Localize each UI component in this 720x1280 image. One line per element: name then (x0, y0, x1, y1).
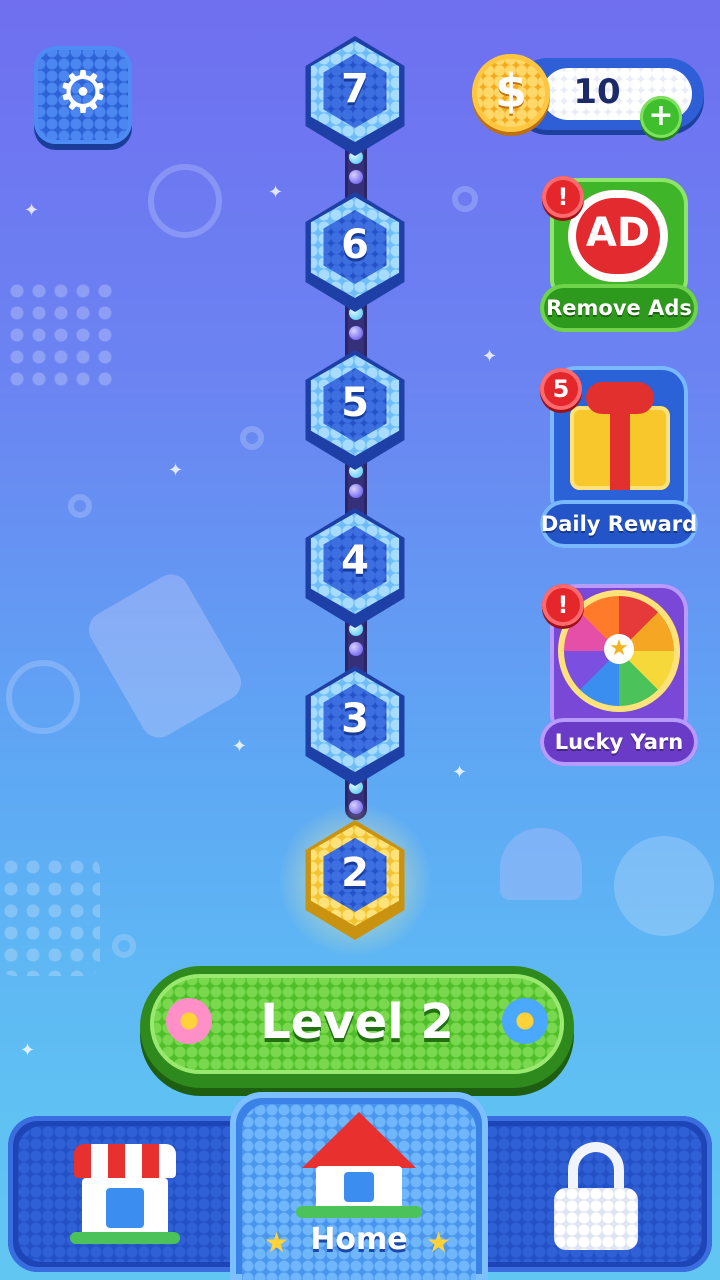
add-coins-button[interactable]: + (640, 96, 682, 138)
bead-ring-decoration (6, 660, 80, 734)
coin-icon: $ (472, 54, 550, 132)
sparkle-icon: ✦ (168, 460, 184, 481)
settings-button[interactable]: ⚙ (34, 46, 132, 144)
gear-icon: ⚙ (57, 58, 109, 126)
sparkle-icon: ✦ (482, 346, 498, 367)
path-bead (349, 326, 363, 340)
path-bead (349, 642, 363, 656)
star-icon: ★ (264, 1226, 290, 1259)
bead-ring-decoration (112, 934, 136, 958)
lucky-yarn-button[interactable]: ★ Lucky Yarn ! (540, 584, 698, 774)
blue-flower-icon (502, 998, 548, 1044)
remove-ads-label: Remove Ads (540, 284, 698, 332)
locked-tab[interactable] (540, 1136, 650, 1256)
gift-bow (586, 382, 654, 414)
level-node-3[interactable]: 3 (300, 666, 410, 786)
level-number: 3 (341, 696, 369, 742)
reward-count-badge: 5 (540, 368, 582, 410)
daily-reward-button[interactable]: Daily Reward 5 (540, 366, 698, 556)
level-node-6[interactable]: 6 (300, 192, 410, 312)
sparkle-icon: ✦ (268, 182, 284, 203)
path-bead (349, 484, 363, 498)
level-node-5[interactable]: 5 (300, 350, 410, 470)
teddy-bear-decoration (614, 836, 714, 936)
daily-reward-label: Daily Reward (540, 500, 698, 548)
sparkle-icon: ✦ (452, 762, 468, 783)
level-node-7[interactable]: 7 (300, 36, 410, 156)
bead-board-decoration (0, 856, 100, 976)
home-icon (296, 1112, 422, 1218)
bead-ring-decoration (240, 426, 264, 450)
sparkle-icon: ✦ (20, 1040, 36, 1061)
sparkle-icon: ✦ (232, 736, 248, 757)
ad-icon-text: AD (585, 210, 651, 256)
level-node-2-current[interactable]: 2 (280, 800, 430, 960)
remove-ads-button[interactable]: AD Remove Ads ! (540, 176, 698, 338)
sparkle-icon: ✦ (24, 200, 40, 221)
level-number: 7 (341, 66, 369, 112)
level-node-4[interactable]: 4 (300, 508, 410, 628)
path-bead (349, 170, 363, 184)
level-number: 6 (341, 222, 369, 268)
alert-badge: ! (542, 584, 584, 626)
bead-ring-decoration (68, 494, 92, 518)
pink-flower-icon (166, 998, 212, 1044)
level-number: 5 (341, 380, 369, 426)
bead-board-decoration (6, 280, 116, 390)
alert-badge: ! (542, 176, 584, 218)
lucky-yarn-label: Lucky Yarn (540, 718, 698, 766)
bead-ring-decoration (452, 186, 478, 212)
shop-tab[interactable] (60, 1136, 190, 1256)
broom-decoration (82, 567, 248, 745)
lock-icon (554, 1142, 638, 1250)
heart-decoration (500, 828, 582, 900)
coin-amount: 10 (573, 72, 621, 112)
play-level-button[interactable]: Level 2 (140, 966, 574, 1088)
gift-ribbon (610, 406, 630, 490)
star-icon: ★ (604, 634, 634, 664)
level-number: 4 (341, 538, 369, 584)
shop-icon (70, 1144, 180, 1244)
yarn-ball-decoration (148, 164, 222, 238)
level-number: 2 (341, 850, 369, 896)
star-icon: ★ (426, 1226, 452, 1259)
